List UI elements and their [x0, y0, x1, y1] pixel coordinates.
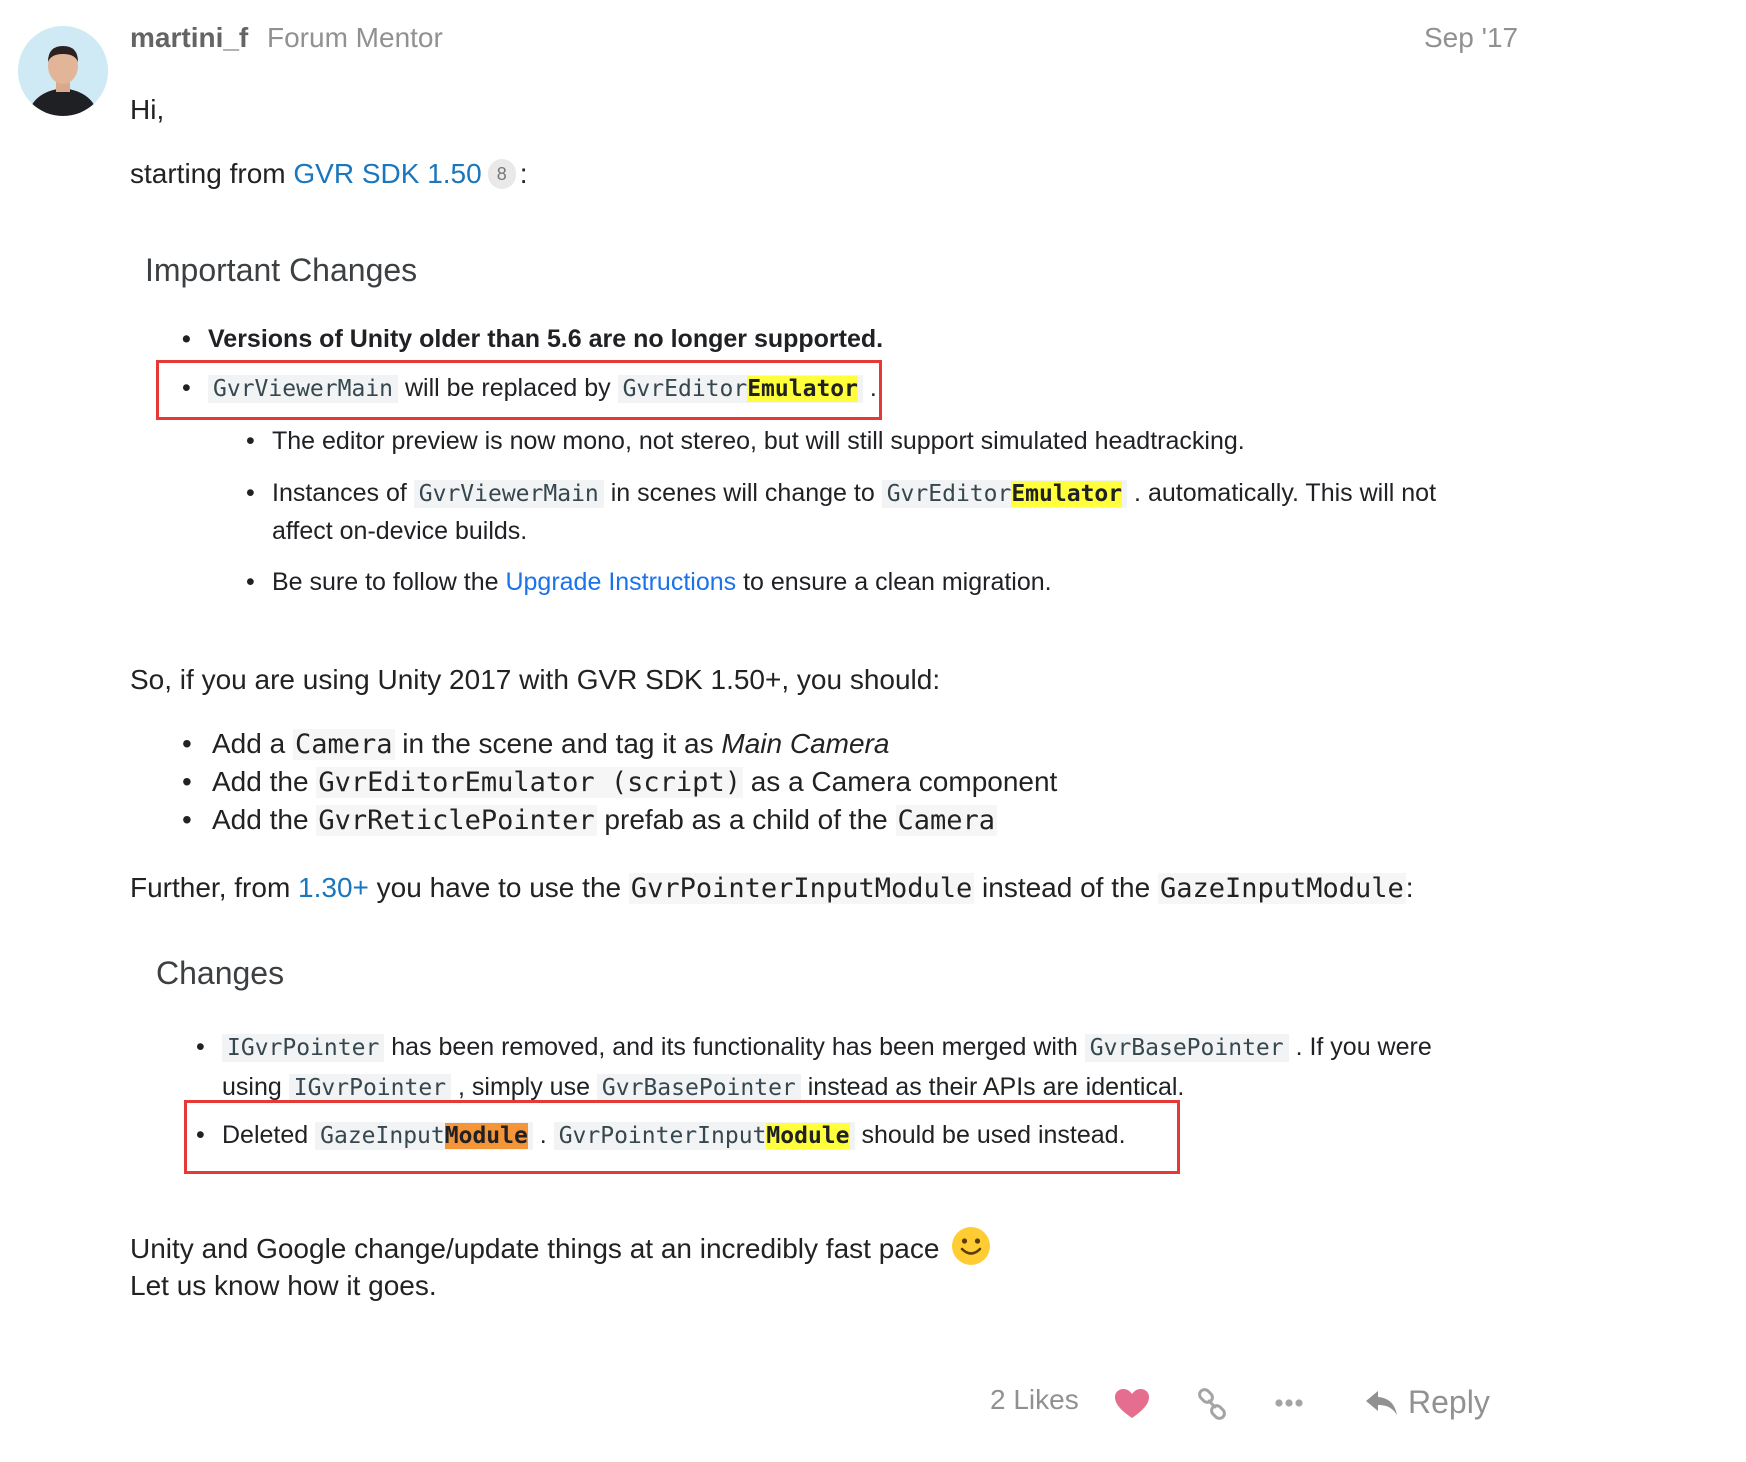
list-item: • Add the GvrReticlePointer prefab as a …	[182, 804, 998, 836]
reply-icon	[1366, 1390, 1397, 1415]
closing-line-2: Let us know how it goes.	[130, 1270, 437, 1301]
shot1-line1: • Versions of Unity older than 5.6 are n…	[182, 322, 884, 356]
paragraph-2: So, if you are using Unity 2017 with GVR…	[130, 664, 941, 695]
code-gvrbasepointer: GvrBasePointer	[1084, 1034, 1289, 1062]
shot2-line1: • IGvrPointer has been removed, and its …	[196, 1030, 1432, 1065]
shot1-line1-text: Versions of Unity older than 5.6 are no …	[208, 325, 884, 353]
intro-colon: :	[519, 158, 528, 189]
code-gvrpointerinputmodule: GvrPointerInputModule	[628, 873, 975, 904]
bullet: •	[196, 1121, 205, 1149]
paragraph-3: Further, from 1.30+ you have to use the …	[130, 872, 1414, 904]
code-igvrpointer: IGvrPointer	[288, 1074, 452, 1102]
link-icon	[1198, 1388, 1226, 1420]
intro-paragraph: starting from GVR SDK 1.50 8:	[130, 156, 528, 192]
user-title: Forum Mentor	[267, 22, 443, 53]
gvr-sdk-link[interactable]: GVR SDK 1.50	[293, 158, 481, 189]
version-130-link[interactable]: 1.30+	[298, 872, 369, 903]
smiley-emoji	[952, 1227, 991, 1265]
username[interactable]: martini_f	[130, 22, 248, 54]
list-item: • Add a Camera in the scene and tag it a…	[182, 728, 890, 760]
code-gvrpointerinputmodule: GvrPointerInputModule	[553, 1122, 855, 1150]
avatar[interactable]	[18, 26, 108, 116]
code-gvreditoremulator: GvrEditorEmulator	[881, 480, 1128, 508]
reply-button[interactable]: Reply	[1364, 1384, 1490, 1421]
reply-label: Reply	[1408, 1384, 1490, 1420]
shot1-sub3: • Be sure to follow the Upgrade Instruct…	[246, 565, 1052, 599]
shot2-line3: • Deleted GazeInputModule . GvrPointerIn…	[196, 1118, 1126, 1153]
code-gvreditoremulator-script: GvrEditorEmulator (script)	[316, 767, 743, 798]
code-gvrbasepointer: GvrBasePointer	[596, 1074, 801, 1102]
intro-text: starting from	[130, 158, 294, 189]
list-item: • Add the GvrEditorEmulator (script) as …	[182, 766, 1058, 798]
shot1-sub2-line2: affect on-device builds.	[272, 517, 528, 545]
shot1-line2-mid: will be replaced by	[398, 374, 618, 402]
shot1-sub1: • The editor preview is now mono, not st…	[246, 424, 1245, 458]
code-gvreditoremulator: GvrEditorEmulator	[617, 375, 863, 403]
shot1-sub1-text: The editor preview is now mono, not ster…	[272, 427, 1245, 455]
heart-icon	[1115, 1389, 1149, 1418]
bullet: •	[182, 325, 191, 353]
bullet: •	[246, 479, 255, 507]
likes-count[interactable]: 2 Likes	[990, 1384, 1079, 1416]
shot1-heading: Important Changes	[145, 252, 418, 288]
share-link-button[interactable]	[1196, 1388, 1228, 1425]
bullet: •	[182, 804, 192, 835]
like-button[interactable]	[1114, 1388, 1150, 1425]
bullet: •	[196, 1033, 205, 1061]
more-actions-button[interactable]	[1274, 1396, 1304, 1414]
shot1-line2-end: .	[862, 374, 877, 402]
code-igvrpointer: IGvrPointer	[222, 1034, 385, 1062]
shot1-line2: • GvrViewerMain will be replaced by GvrE…	[182, 371, 877, 406]
code-camera: Camera	[895, 805, 998, 836]
shot2-heading: Changes	[156, 955, 285, 991]
greeting: Hi,	[130, 94, 165, 125]
code-gvrviewermain: GvrViewerMain	[413, 480, 604, 508]
bullet: •	[246, 568, 255, 596]
code-gvrviewermain: GvrViewerMain	[208, 375, 399, 403]
more-icon	[1275, 1399, 1303, 1407]
code-gazeinputmodule: GazeInputModule	[1157, 873, 1406, 904]
link-click-count: 8	[487, 159, 516, 189]
closing-line-1: Unity and Google change/update things at…	[130, 1226, 991, 1267]
main-camera-tag: Main Camera	[721, 728, 890, 759]
bullet: •	[182, 374, 191, 402]
code-gvrreticlepointer: GvrReticlePointer	[316, 805, 597, 836]
bullet: •	[182, 766, 192, 797]
code-camera: Camera	[292, 729, 395, 760]
avatar-photo	[18, 26, 108, 116]
shot1-sub2: • Instances of GvrViewerMain in scenes w…	[246, 476, 1436, 511]
bullet: •	[246, 427, 255, 455]
bullet: •	[182, 728, 192, 759]
post-date[interactable]: Sep '17	[1424, 22, 1518, 54]
upgrade-instructions-link[interactable]: Upgrade Instructions	[505, 568, 736, 596]
code-gazeinputmodule: GazeInputModule	[315, 1122, 533, 1150]
